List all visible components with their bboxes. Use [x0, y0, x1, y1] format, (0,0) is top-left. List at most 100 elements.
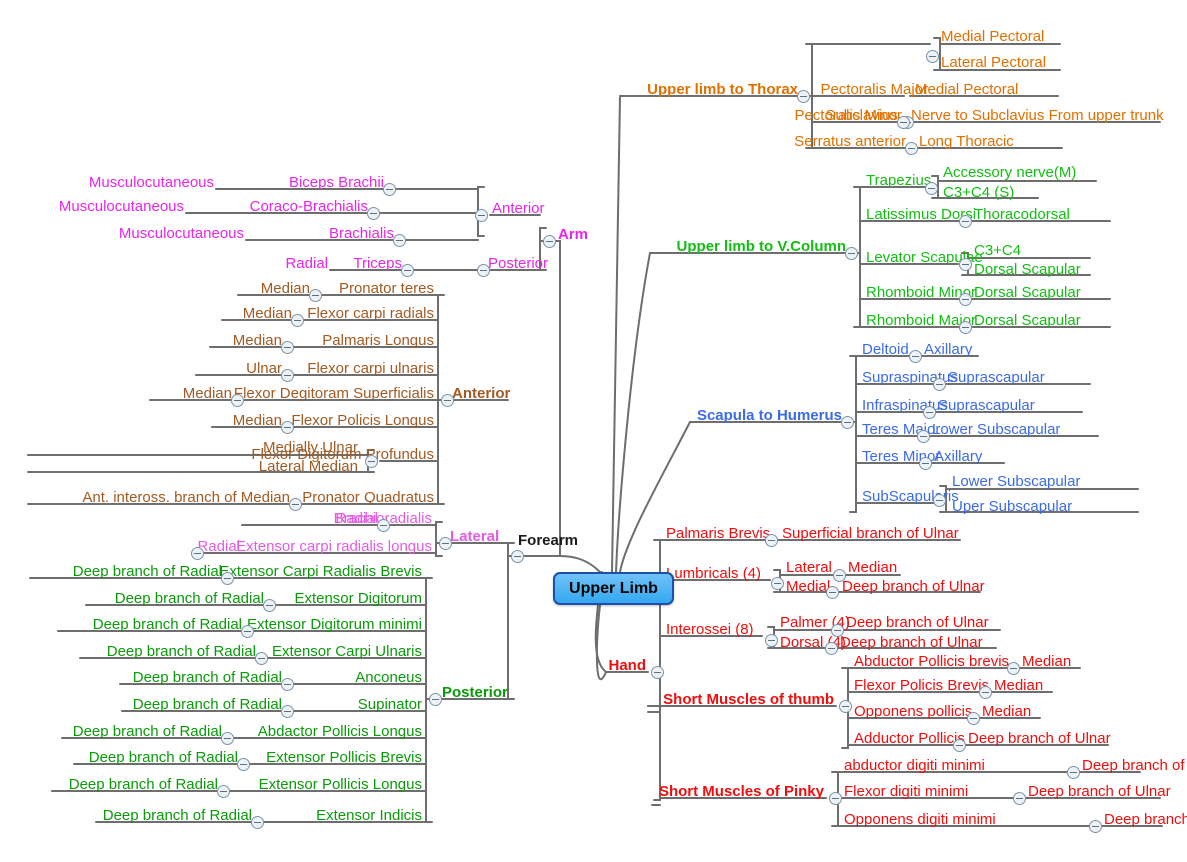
- nerve-biceps-brachii[interactable]: Musculocutaneous: [87, 175, 216, 190]
- collapse-toggle-subclavius[interactable]: [896, 115, 910, 129]
- node-short-muscles-thumb[interactable]: Short Muscles of thumb: [661, 692, 836, 707]
- group-forearm-anterior[interactable]: Anterior: [450, 386, 512, 401]
- muscle-extensor-carpi-ulnaris[interactable]: Extensor Carpi Ulnaris: [270, 644, 424, 659]
- node-lumbricals-lateral[interactable]: Lateral: [784, 560, 834, 575]
- collapse-toggle-brachialis[interactable]: [392, 233, 406, 247]
- leaf-lumbricals-lateral-median[interactable]: Median: [846, 560, 899, 575]
- collapse-toggle-flexor-policis-brevis[interactable]: [978, 685, 992, 699]
- node-lumbricals[interactable]: Lumbricals (4): [664, 566, 763, 581]
- nerve-flexor-policis-longus[interactable]: Median: [231, 413, 284, 428]
- collapse-toggle-anconeus[interactable]: [280, 677, 294, 691]
- collapse-toggle-deltoid[interactable]: [908, 349, 922, 363]
- collapse-toggle-extensor-digitorum-minimi[interactable]: [240, 624, 254, 638]
- muscle-biceps-brachii[interactable]: Biceps Brachii: [287, 175, 386, 190]
- group-forearm-posterior[interactable]: Posterior: [440, 685, 510, 700]
- collapse-toggle-rhomboid-minor[interactable]: [958, 292, 972, 306]
- collapse-toggle-palmaris-brevis[interactable]: [764, 533, 778, 547]
- collapse-toggle-latissimus[interactable]: [958, 214, 972, 228]
- node-lumbricals-medial[interactable]: Medial: [784, 579, 832, 594]
- nerve-fdp-lateral-median[interactable]: Lateral Median: [257, 459, 360, 474]
- collapse-toggle-abdactor-pollicis-longus[interactable]: [220, 731, 234, 745]
- leaf-dorsal-scapular-3[interactable]: Dorsal Scapular: [972, 313, 1083, 328]
- leaf-median-thumb-1[interactable]: Median: [1020, 654, 1073, 669]
- collapse-toggle-infraspinatus[interactable]: [922, 405, 936, 419]
- leaf-accessory-nerve[interactable]: Accessory nerve(M): [941, 165, 1078, 180]
- nerve-pronator-quadratus[interactable]: Ant. inteross. branch of Median: [80, 490, 292, 505]
- collapse-toggle-pectoralis-major[interactable]: [925, 49, 939, 63]
- nerve-flexor-carpi-ulnaris[interactable]: Ulnar: [244, 361, 284, 376]
- collapse-toggle-ecrb[interactable]: [220, 571, 234, 585]
- node-opponens-digiti-minimi[interactable]: Opponens digiti minimi: [842, 812, 998, 827]
- leaf-long-thoracic[interactable]: Long Thoracic: [917, 134, 1016, 149]
- collapse-toggle-flexor-digitorum-profundus[interactable]: [364, 454, 378, 468]
- branch-label-scapula[interactable]: Scapula to Humerus: [695, 408, 844, 423]
- nerve-coraco-brachialis[interactable]: Musculocutaneous: [57, 199, 186, 214]
- collapse-toggle-opponens-digiti-minimi[interactable]: [1088, 819, 1102, 833]
- collapse-toggle-serratus[interactable]: [904, 141, 918, 155]
- collapse-toggle-forearm-posterior[interactable]: [428, 692, 442, 706]
- muscle-flexor-degitoram-superficialis[interactable]: Flexor Degitoram Superficialis: [232, 386, 436, 401]
- nerve-fdp-medially-ulnar[interactable]: Medially Ulnar: [261, 440, 360, 455]
- leaf-dorsal-scapular-2[interactable]: Dorsal Scapular: [972, 285, 1083, 300]
- node-abductor-pollicis-brevis[interactable]: Abductor Pollicis brevis: [852, 654, 1011, 669]
- muscle-triceps[interactable]: Triceps: [351, 256, 404, 271]
- collapse-toggle-subscapularis[interactable]: [932, 493, 946, 507]
- node-palmaris-brevis[interactable]: Palmaris Brevis: [664, 526, 772, 541]
- muscle-pronator-quadratus[interactable]: Pronator Quadratus: [300, 490, 436, 505]
- leaf-superficial-branch-ulnar[interactable]: Superficial branch of Ulnar: [780, 526, 961, 541]
- collapse-toggle-extensor-carpi-radialis-longus[interactable]: [190, 546, 204, 560]
- collapse-toggle-coraco-brachialis[interactable]: [366, 206, 380, 220]
- branch-label-arm[interactable]: Arm: [556, 227, 590, 242]
- nerve-supinator[interactable]: Deep branch of Radial: [131, 697, 284, 712]
- root-node[interactable]: Upper Limb: [553, 572, 674, 605]
- collapse-toggle-lumbricals[interactable]: [770, 576, 784, 590]
- nerve-ecrb[interactable]: Deep branch of Radial: [71, 564, 224, 579]
- nerve-extensor-digitorum[interactable]: Deep branch of Radial: [113, 591, 266, 606]
- group-arm-anterior[interactable]: Anterior: [490, 201, 547, 216]
- collapse-toggle-teres-minor[interactable]: [918, 456, 932, 470]
- leaf-palmer-ulnar[interactable]: Deep branch of Ulnar: [844, 615, 991, 630]
- muscle-anconeus[interactable]: Anconeus: [353, 670, 424, 685]
- node-trapezius[interactable]: Trapezius: [864, 173, 933, 188]
- leaf-axillary-2[interactable]: Axillary: [932, 449, 984, 464]
- leaf-ulnar-thumb[interactable]: Deep branch of Ulnar: [966, 731, 1113, 746]
- node-adductor-pollicis[interactable]: Adductor Pollicis: [852, 731, 967, 746]
- leaf-nerve-to-subclavius[interactable]: Nerve to Subclavius From upper trunk: [909, 108, 1166, 123]
- muscle-extensor-pollicis-brevis[interactable]: Extensor Pollicis Brevis: [264, 750, 424, 765]
- collapse-toggle-arm-posterior[interactable]: [476, 263, 490, 277]
- collapse-toggle-palmer[interactable]: [830, 623, 844, 637]
- collapse-toggle-flexor-policis-longus[interactable]: [280, 420, 294, 434]
- nerve-extensor-digitorum-minimi[interactable]: Deep branch of Radial: [91, 617, 244, 632]
- leaf-suprascapular-1[interactable]: Suprascapular: [946, 370, 1047, 385]
- collapse-toggle-forearm[interactable]: [510, 549, 524, 563]
- collapse-toggle-forearm-lateral[interactable]: [438, 536, 452, 550]
- leaf-ulnar-pinky-1[interactable]: Deep branch of Ulnar: [1080, 758, 1187, 773]
- node-short-muscles-pinky[interactable]: Short Muscles of Pinky: [657, 784, 826, 799]
- collapse-toggle-hand[interactable]: [650, 665, 664, 679]
- collapse-toggle-biceps[interactable]: [382, 182, 396, 196]
- collapse-toggle-flexor-digiti-minimi[interactable]: [1012, 791, 1026, 805]
- node-abductor-digiti-minimi[interactable]: abductor digiti minimi: [842, 758, 987, 773]
- collapse-toggle-abductor-pollicis-brevis[interactable]: [1006, 661, 1020, 675]
- branch-label-forearm[interactable]: Forearm: [516, 533, 580, 548]
- node-flexor-policis-brevis[interactable]: Flexor Policis Brevis: [852, 678, 991, 693]
- muscle-pronator-teres[interactable]: Pronator teres: [337, 281, 436, 296]
- leaf-lower-subscapular-2[interactable]: Lower Subscapular: [950, 474, 1082, 489]
- collapse-toggle-scapula[interactable]: [840, 415, 854, 429]
- collapse-toggle-short-muscles-thumb[interactable]: [838, 699, 852, 713]
- branch-label-vcolumn[interactable]: Upper limb to V.Column: [675, 239, 848, 254]
- collapse-toggle-supraspinatus[interactable]: [932, 377, 946, 391]
- collapse-toggle-extensor-digitorum[interactable]: [262, 598, 276, 612]
- nerve-extensor-pollicis-longus[interactable]: Deep branch of Radial: [67, 777, 220, 792]
- collapse-toggle-adductor-pollicis[interactable]: [952, 738, 966, 752]
- collapse-toggle-vcolumn[interactable]: [844, 246, 858, 260]
- muscle-extensor-pollicis-longus[interactable]: Extensor Pollicis Longus: [257, 777, 424, 792]
- collapse-toggle-brachioradialis[interactable]: [376, 518, 390, 532]
- muscle-coraco-brachialis[interactable]: Coraco-Brachialis: [248, 199, 370, 214]
- collapse-toggle-rhomboid-major[interactable]: [958, 320, 972, 334]
- node-serratus-anterior[interactable]: Serratus anterior: [792, 134, 908, 149]
- node-interossei[interactable]: Interossei (8): [664, 622, 756, 637]
- leaf-ulnar-pinky-3[interactable]: Deep branch of Ulnar: [1102, 812, 1187, 827]
- nerve-extensor-indicis[interactable]: Deep branch of Radial: [101, 808, 254, 823]
- collapse-toggle-teres-major[interactable]: [916, 429, 930, 443]
